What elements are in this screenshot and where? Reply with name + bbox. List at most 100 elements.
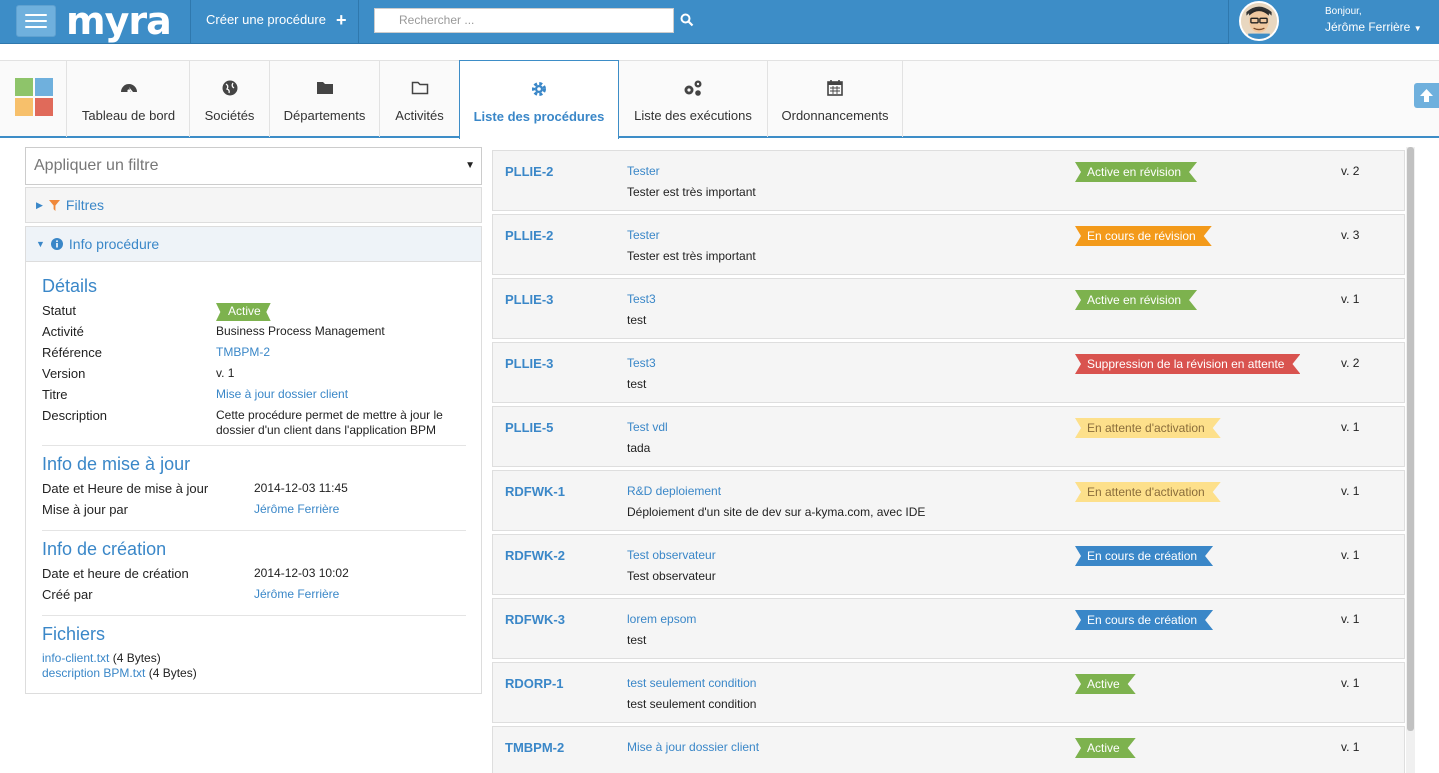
info-procedure-accordion[interactable]: ▼ Info procédure: [25, 226, 482, 262]
top-bar: myra Créer une procédure + Rechercher ..…: [0, 0, 1439, 44]
search-icon[interactable]: [680, 13, 694, 27]
status-badge: Active: [216, 303, 271, 321]
user-link[interactable]: Jérôme Ferrière: [254, 587, 339, 602]
user-link[interactable]: Jérôme Ferrière: [254, 502, 339, 517]
files-title: Fichiers: [42, 624, 106, 644]
tab-label: Activités: [395, 108, 444, 123]
procedure-row[interactable]: PLLIE-2 Tester Tester est très important En…: [492, 214, 1405, 275]
info-procedure-panel: Détails Statut Active Activité Business …: [25, 262, 482, 694]
filter-placeholder: Appliquer un filtre: [34, 157, 159, 174]
scroll-top-button[interactable]: [1414, 83, 1439, 108]
file-item: description BPM.txt (4 Bytes): [42, 666, 197, 681]
search-input[interactable]: Rechercher ...: [374, 8, 674, 33]
caret-right-icon: ▶: [36, 199, 43, 210]
procedure-title[interactable]: test seulement condition: [627, 676, 756, 690]
procedure-ref[interactable]: TMBPM-2: [505, 740, 564, 755]
procedure-row[interactable]: PLLIE-5 Test vdl tada En attente d'activati…: [492, 406, 1405, 467]
filters-label: Filtres: [65, 197, 105, 213]
tab-label: Départements: [283, 108, 366, 123]
procedure-description: Déploiement d'un site de dev sur a-kyma.…: [627, 505, 926, 519]
procedure-ref[interactable]: PLLIE-3: [505, 356, 553, 371]
detail-key: Description: [42, 408, 108, 423]
procedure-title[interactable]: Test observateur: [627, 548, 716, 562]
status-badge: En cours de révision: [1075, 226, 1212, 246]
procedure-ref[interactable]: RDFWK-2: [505, 548, 565, 563]
tab-societes[interactable]: Sociétés: [190, 61, 270, 137]
tab-liste-des-executions[interactable]: Liste des exécutions: [619, 61, 768, 137]
divider: [42, 615, 466, 616]
procedure-title[interactable]: Mise à jour dossier client: [627, 740, 759, 754]
create-procedure-button[interactable]: Créer une procédure +: [206, 11, 346, 29]
tab-liste-des-procedures[interactable]: Liste des procédures: [459, 60, 619, 139]
tab-departements[interactable]: Départements: [270, 61, 380, 137]
procedure-version: v. 1: [1341, 548, 1360, 562]
folder-icon: [316, 82, 333, 94]
procedure-row[interactable]: RDFWK-1 R&D deploiement Déploiement d'un s…: [492, 470, 1405, 531]
detail-key: Version: [42, 366, 86, 381]
procedure-description: test: [627, 633, 647, 647]
file-link[interactable]: description BPM.txt: [42, 666, 145, 680]
user-name-label: Jérôme Ferrière: [1325, 20, 1411, 34]
procedure-row[interactable]: TMBPM-2 Mise à jour dossier client Active v…: [492, 726, 1405, 773]
tab-label: Sociétés: [204, 108, 255, 123]
update-title: Info de mise à jour: [42, 454, 191, 474]
reference-link[interactable]: TMBPM-2: [216, 345, 270, 360]
hamburger-menu-button[interactable]: [16, 5, 56, 37]
file-item: info-client.txt (4 Bytes): [42, 651, 161, 666]
tile: [15, 78, 33, 96]
procedure-row[interactable]: PLLIE-3 Test3 test Active en révision v. 1: [492, 278, 1405, 339]
procedure-row[interactable]: RDFWK-3 lorem epsom test En cours de créati…: [492, 598, 1405, 659]
dashboard-icon: [120, 84, 137, 93]
divider: [42, 530, 466, 531]
procedure-ref[interactable]: PLLIE-2: [505, 228, 553, 243]
filters-accordion[interactable]: ▶ Filtres: [25, 187, 482, 223]
procedure-ref[interactable]: RDFWK-1: [505, 484, 565, 499]
details-title: Détails: [42, 276, 98, 296]
file-link[interactable]: info-client.txt: [42, 651, 109, 665]
app-grid-icon[interactable]: [0, 61, 67, 137]
procedure-row[interactable]: RDORP-1 test seulement condition test seul…: [492, 662, 1405, 723]
procedure-ref[interactable]: RDORP-1: [505, 676, 564, 691]
globe-icon: [222, 80, 237, 96]
procedure-title[interactable]: Tester: [627, 164, 660, 178]
procedure-version: v. 1: [1341, 420, 1360, 434]
status-badge: Active en révision: [1075, 290, 1197, 310]
filter-select[interactable]: Appliquer un filtre ▼: [25, 147, 482, 185]
procedure-title[interactable]: Test3: [627, 292, 656, 306]
tab-activites[interactable]: Activités: [380, 61, 460, 137]
caret-down-icon: ▼: [1413, 24, 1422, 33]
procedure-row[interactable]: RDFWK-2 Test observateur Test observateur E…: [492, 534, 1405, 595]
tab-ordonnancements[interactable]: Ordonnancements: [768, 61, 903, 137]
procedure-ref[interactable]: PLLIE-5: [505, 420, 553, 435]
info-procedure-label: Info procédure: [68, 236, 160, 252]
user-menu[interactable]: Bonjour, Jérôme Ferrière ▼: [1228, 0, 1439, 44]
procedure-ref[interactable]: PLLIE-2: [505, 164, 553, 179]
scrollbar-thumb[interactable]: [1407, 147, 1414, 731]
app-logo[interactable]: myra: [66, 2, 172, 42]
procedure-title[interactable]: lorem epsom: [627, 612, 696, 626]
tile: [35, 78, 53, 96]
procedure-ref[interactable]: PLLIE-3: [505, 292, 553, 307]
procedure-title[interactable]: R&D deploiement: [627, 484, 721, 498]
status-badge: Active: [1075, 738, 1136, 758]
detail-key: Créé par: [42, 587, 93, 602]
procedure-title[interactable]: Test vdl: [627, 420, 668, 434]
title-link[interactable]: Mise à jour dossier client: [216, 387, 348, 402]
user-name[interactable]: Jérôme Ferrière ▼: [1325, 20, 1422, 34]
procedure-title[interactable]: Test3: [627, 356, 656, 370]
detail-value: Cette procédure permet de mettre à jour …: [216, 408, 443, 437]
status-badge: Active: [1075, 674, 1136, 694]
tab-tableau-de-bord[interactable]: Tableau de bord: [68, 61, 190, 137]
procedure-title[interactable]: Tester: [627, 228, 660, 242]
procedure-ref[interactable]: RDFWK-3: [505, 612, 565, 627]
arrow-up-icon: [1420, 89, 1433, 102]
procedure-row[interactable]: PLLIE-2 Tester Tester est très important Ac…: [492, 150, 1405, 211]
procedure-description: test seulement condition: [627, 697, 757, 711]
gears-icon: [684, 80, 702, 96]
file-size: (4 Bytes): [148, 666, 197, 680]
calendar-icon: [827, 80, 843, 96]
procedure-row[interactable]: PLLIE-3 Test3 test Suppression de la révisi…: [492, 342, 1405, 403]
creation-title: Info de création: [42, 539, 167, 559]
divider: [190, 0, 191, 44]
tab-label: Tableau de bord: [81, 108, 176, 123]
